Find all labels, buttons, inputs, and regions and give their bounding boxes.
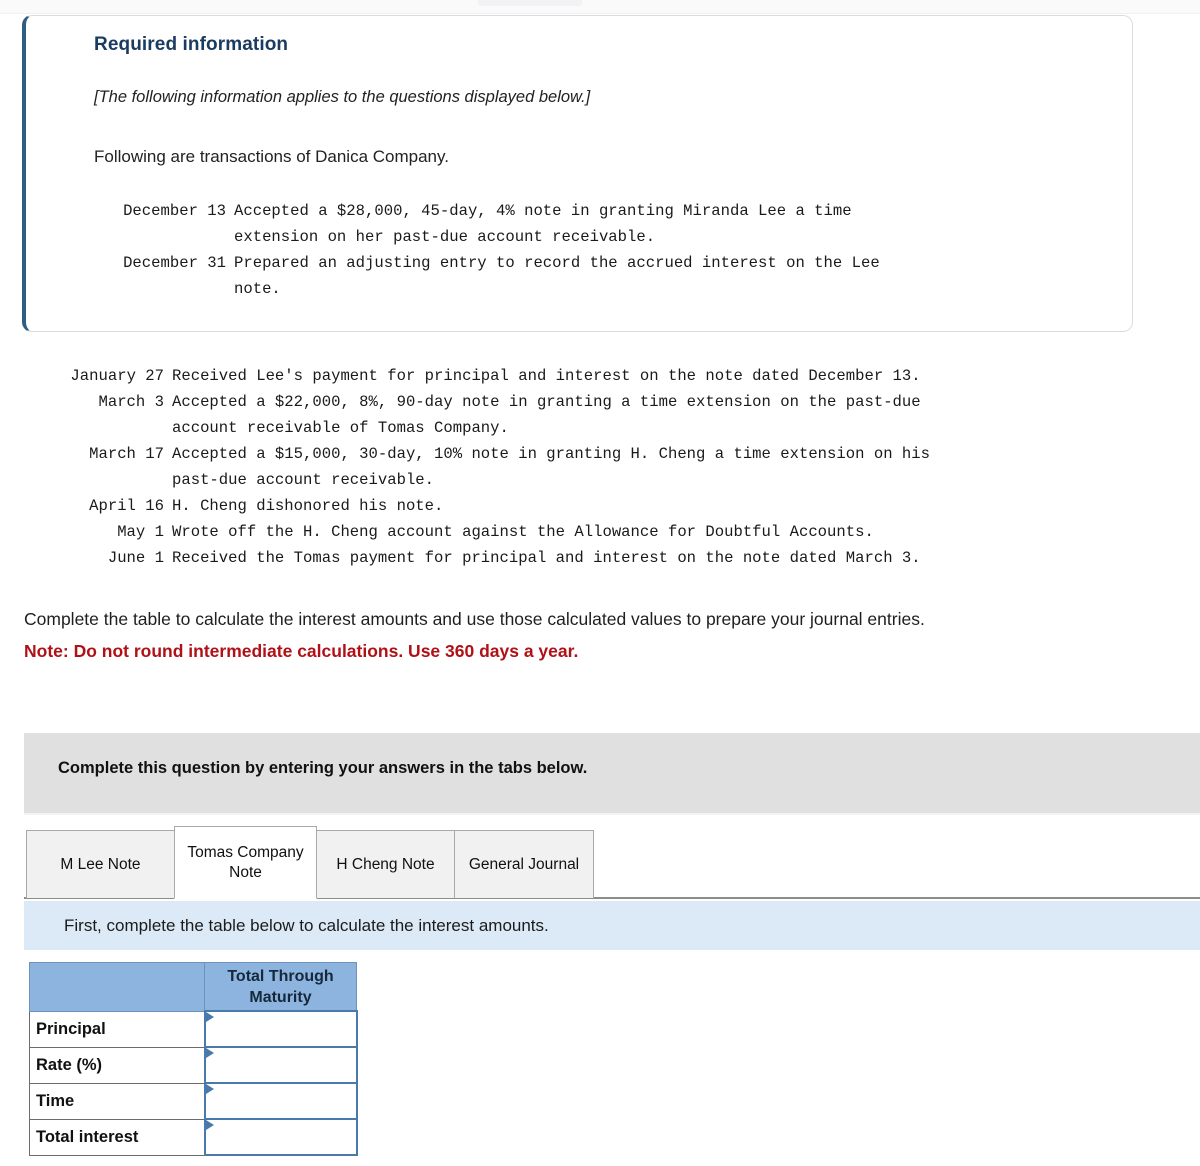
transaction-row: June 1 Received the Tomas payment for pri… [26,545,930,571]
transaction-description: note. [234,280,281,298]
page-title: Required information [94,34,289,55]
tab-general-journal[interactable]: General Journal [454,830,594,899]
transaction-date [26,467,164,493]
row-label-time: Time [29,1082,205,1120]
instructions-text: Complete the table to calculate the inte… [24,609,925,629]
transaction-date: May 1 [117,523,164,541]
tab-label: General Journal [468,855,580,873]
input-cell-rate-[interactable] [203,1046,358,1084]
required-information-panel: Required information [The following info… [22,15,1133,332]
transaction-date: March 3 [98,393,164,411]
transaction-row: May 1 Wrote off the H. Cheng account agai… [26,519,930,545]
value-input[interactable] [205,1012,356,1046]
transaction-date: June 1 [107,549,164,567]
row-label-total-interest: Total interest [29,1118,205,1156]
transaction-row: past-due account receivable. [26,467,930,493]
transaction-description: account receivable of Tomas Company. [172,419,509,437]
transaction-description: Received the Tomas payment for principal… [172,549,921,567]
transaction-row: March 3 Accepted a $22,000, 8%, 90-day no… [26,389,930,415]
transaction-date: January 27 [70,367,164,385]
transaction-date: December 13 [123,202,226,220]
top-chrome-ghost-element [478,0,582,6]
transaction-row: note. [88,276,880,302]
value-input[interactable] [205,1120,356,1154]
applies-note: [The following information applies to th… [94,88,591,106]
transaction-row: March 17 Accepted a $15,000, 30-day, 10% … [26,441,930,467]
tab-h-cheng-note[interactable]: H Cheng Note [316,830,455,899]
table-header-row: Total Through Maturity [29,962,357,1012]
input-cell-time[interactable] [203,1082,358,1120]
transaction-row: April 16 H. Cheng dishonored his note. [26,493,930,519]
row-label-principal: Principal [29,1010,205,1048]
transaction-date [88,224,226,250]
table-header-total-through-maturity: Total Through Maturity [204,962,357,1012]
table-row: Total interest [29,1118,358,1156]
transaction-date: April 16 [89,497,164,515]
transaction-date: December 31 [123,254,226,272]
transaction-description: past-due account receivable. [172,471,435,489]
lead-text: Following are transactions of Danica Com… [94,147,449,166]
tab-instruction-text: First, complete the table below to calcu… [64,916,549,935]
transaction-row: December 13 Accepted a $28,000, 45-day, 4… [88,198,880,224]
table-header-blank [29,962,205,1012]
complete-question-text: Complete this question by entering your … [58,759,588,777]
tab-m-lee-note[interactable]: M Lee Note [26,830,175,899]
panel-transaction-list: December 13 Accepted a $28,000, 45-day, 4… [88,198,880,302]
input-cell-total-interest[interactable] [203,1118,358,1156]
transaction-row: extension on her past-due account receiv… [88,224,880,250]
value-input[interactable] [205,1048,356,1082]
instructions-note: Note: Do not round intermediate calculat… [24,641,579,661]
transaction-description: extension on her past-due account receiv… [234,228,656,246]
transaction-date [26,415,164,441]
row-label-rate-: Rate (%) [29,1046,205,1084]
transaction-date: March 17 [89,445,164,463]
cell-marker-triangle-icon [205,1048,214,1058]
transaction-description: Received Lee's payment for principal and… [172,367,921,385]
table-row: Time [29,1082,358,1120]
table-body: Principal Rate (%) Time Total interest [29,1010,358,1156]
transaction-description: H. Cheng dishonored his note. [172,497,444,515]
instructions-block: Complete the table to calculate the inte… [24,606,1189,664]
table-row: Principal [29,1010,358,1048]
table-row: Rate (%) [29,1046,358,1084]
tab-label: Tomas Company Note [187,843,304,881]
complete-question-banner: Complete this question by entering your … [24,733,1200,815]
value-input[interactable] [205,1084,356,1118]
transaction-description: Prepared an adjusting entry to record th… [234,254,880,272]
tab-instruction-banner: First, complete the table below to calcu… [24,901,1200,950]
tab-label: M Lee Note [60,855,141,873]
cell-marker-triangle-icon [205,1084,214,1094]
cell-marker-triangle-icon [205,1012,214,1022]
transaction-list: January 27 Received Lee's payment for pri… [26,363,930,571]
answer-tabs: M Lee Note Tomas Company Note H Cheng Note… [26,826,594,899]
top-chrome-strip [0,0,1200,14]
tab-tomas-company-note[interactable]: Tomas Company Note [174,826,317,899]
transaction-row: account receivable of Tomas Company. [26,415,930,441]
interest-calculation-table: Total Through Maturity Principal Rate (%)… [29,962,358,1156]
transaction-description: Accepted a $22,000, 8%, 90-day note in g… [172,393,921,411]
transaction-description: Accepted a $28,000, 45-day, 4% note in g… [234,202,852,220]
tab-label: H Cheng Note [336,855,435,873]
input-cell-principal[interactable] [203,1010,358,1048]
transaction-row: January 27 Received Lee's payment for pri… [26,363,930,389]
transaction-date [88,276,226,302]
transaction-description: Accepted a $15,000, 30-day, 10% note in … [172,445,930,463]
transaction-row: December 31 Prepared an adjusting entry t… [88,250,880,276]
cell-marker-triangle-icon [205,1120,214,1130]
transaction-description: Wrote off the H. Cheng account against t… [172,523,874,541]
